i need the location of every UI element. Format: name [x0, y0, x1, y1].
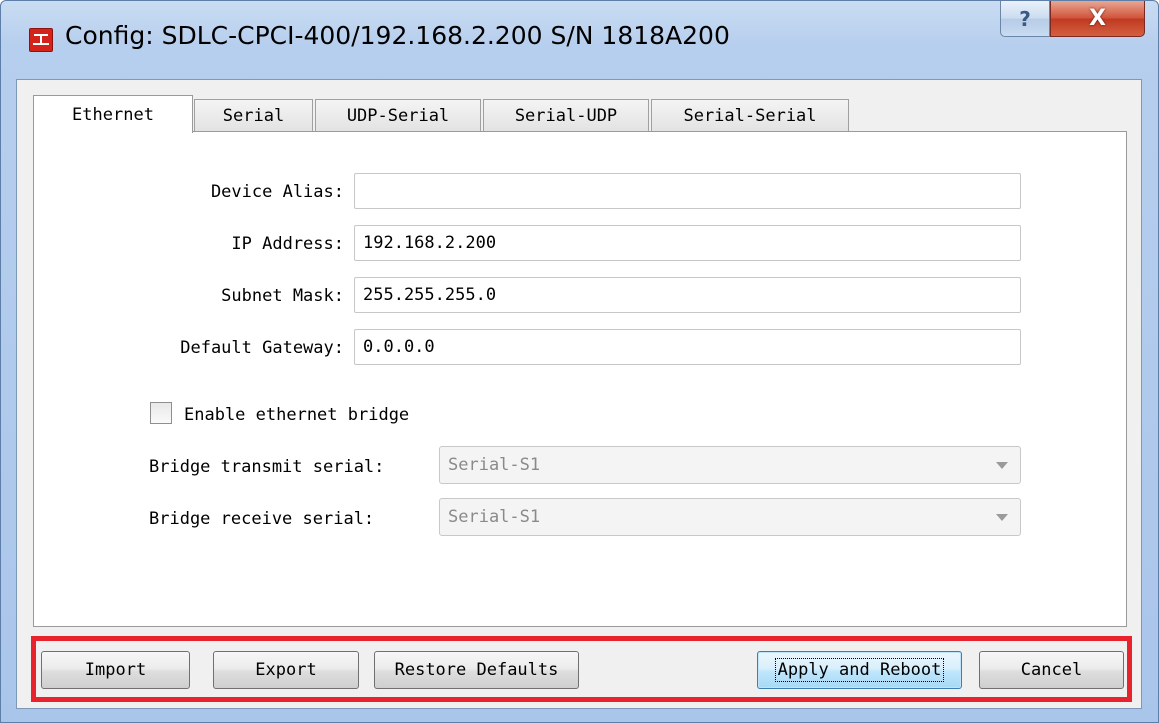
- cancel-button[interactable]: Cancel: [979, 651, 1124, 689]
- app-logo-icon: [29, 28, 53, 52]
- device-alias-label: Device Alias:: [210, 182, 344, 202]
- ip-address-field[interactable]: 192.168.2.200: [354, 225, 1021, 261]
- bridge-transmit-select[interactable]: Serial-S1: [439, 446, 1021, 484]
- bridge-receive-label: Bridge receive serial:: [149, 509, 375, 529]
- close-icon: X: [1089, 6, 1106, 31]
- tab-label: Serial-Serial: [683, 105, 817, 126]
- title-bar[interactable]: Config: SDLC-CPCI-400/192.168.2.200 S/N …: [1, 1, 1158, 79]
- export-button[interactable]: Export: [213, 651, 359, 689]
- tab-serial-serial[interactable]: Serial-Serial: [651, 99, 849, 131]
- subnet-mask-field[interactable]: 255.255.255.0: [354, 277, 1021, 313]
- tab-serial[interactable]: Serial: [194, 99, 313, 131]
- enable-bridge-checkbox[interactable]: [150, 402, 172, 424]
- device-alias-field[interactable]: [354, 173, 1021, 209]
- tab-ethernet[interactable]: Ethernet: [33, 95, 193, 133]
- cancel-button-label: Cancel: [1020, 660, 1083, 680]
- window-title: Config: SDLC-CPCI-400/192.168.2.200 S/N …: [65, 21, 730, 50]
- close-button[interactable]: X: [1050, 1, 1145, 37]
- bridge-transmit-value: Serial-S1: [448, 455, 541, 475]
- question-mark-icon: ?: [1019, 6, 1031, 31]
- enable-bridge-label[interactable]: Enable ethernet bridge: [184, 405, 409, 425]
- tab-label: Serial: [222, 105, 285, 126]
- tab-label: UDP-Serial: [346, 105, 450, 126]
- tab-udp-serial[interactable]: UDP-Serial: [315, 99, 481, 131]
- bridge-receive-value: Serial-S1: [448, 507, 541, 527]
- default-gateway-field[interactable]: 0.0.0.0: [354, 329, 1021, 365]
- import-button-label: Import: [84, 660, 147, 680]
- bridge-receive-select[interactable]: Serial-S1: [439, 498, 1021, 536]
- subnet-mask-label: Subnet Mask:: [221, 286, 344, 306]
- dropdown-arrow-icon: [996, 514, 1008, 521]
- tab-serial-udp[interactable]: Serial-UDP: [483, 99, 649, 131]
- apply-and-reboot-button[interactable]: Apply and Reboot: [757, 651, 962, 689]
- button-bar-highlight: [31, 636, 1132, 702]
- import-button[interactable]: Import: [41, 651, 190, 689]
- restore-defaults-label: Restore Defaults: [394, 660, 559, 680]
- help-button[interactable]: ?: [1000, 1, 1050, 37]
- restore-defaults-button[interactable]: Restore Defaults: [374, 651, 579, 689]
- tab-label: Ethernet: [72, 104, 154, 125]
- dropdown-arrow-icon: [996, 462, 1008, 469]
- bridge-transmit-label: Bridge transmit serial:: [149, 457, 385, 477]
- export-button-label: Export: [255, 660, 317, 680]
- ip-address-label: IP Address:: [231, 234, 344, 254]
- tab-label: Serial-UDP: [514, 105, 618, 126]
- apply-and-reboot-label: Apply and Reboot: [774, 658, 945, 682]
- default-gateway-label: Default Gateway:: [180, 338, 344, 358]
